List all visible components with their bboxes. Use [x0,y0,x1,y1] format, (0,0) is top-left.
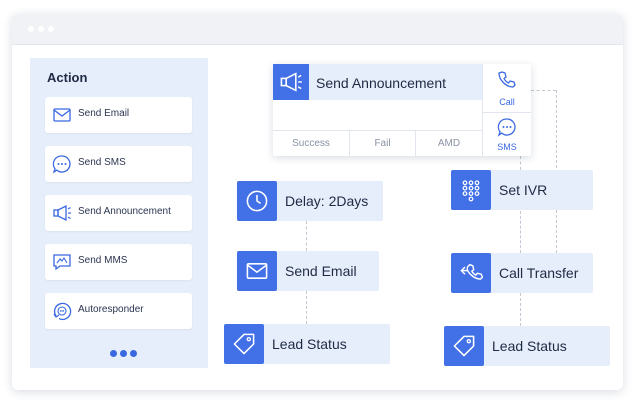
delay-label: Delay: 2Days [285,193,369,209]
send-email-label: Send Email [285,263,357,279]
window-titlebar [12,14,623,45]
set-ivr-label: Set IVR [499,182,548,198]
connector-delay-email [306,221,307,251]
tag-icon [453,335,475,357]
lead-status-node-right[interactable]: Lead Status [444,326,610,366]
connector-email-lead [306,291,307,324]
sms-label: SMS [497,142,517,152]
keypad-icon [462,180,480,202]
clock-icon-box [237,181,277,221]
megaphone-icon [53,204,71,222]
sms-chat-icon [497,118,516,137]
sms-chat-icon [52,155,71,174]
autoresponder-icon [53,302,72,321]
action-label: Send MMS [78,255,128,266]
set-ivr-node[interactable]: Set IVR [451,170,593,210]
action-label: Autoresponder [78,304,144,315]
mms-image-icon [53,254,71,271]
sidebar-title: Action [47,70,88,85]
action-send-email[interactable]: Send Email [45,97,192,133]
window-dot-3[interactable] [48,26,54,32]
tag-icon-box [444,326,484,366]
action-label: Send SMS [78,157,126,168]
clock-icon [246,190,268,212]
action-send-sms[interactable]: Send SMS [45,146,192,182]
announcement-header: Send Announcement [273,64,482,100]
announcement-icon-box [273,64,309,100]
call-transfer-node[interactable]: Call Transfer [451,253,593,293]
window-dot-2[interactable] [38,26,44,32]
action-sidebar: Action Send Email Send SMS Send Announce… [30,58,208,368]
call-option[interactable]: Call [483,70,531,107]
send-email-node[interactable]: Send Email [237,251,379,291]
connector-call-h [531,90,556,91]
tag-icon [233,333,255,355]
email-icon-box [237,251,277,291]
keypad-icon-box [451,170,491,210]
connector-sms-ivr [520,156,521,170]
delay-node[interactable]: Delay: 2Days [237,181,383,221]
lead-status-node-left[interactable]: Lead Status [224,324,390,364]
call-transfer-icon-box [451,253,491,293]
announcement-title: Send Announcement [316,75,446,91]
connector-ivr-transfer [520,211,521,253]
action-send-announcement[interactable]: Send Announcement [45,195,192,231]
connector-transfer-lead [520,293,521,326]
lead-status-label: Lead Status [492,338,567,354]
window-dot-1[interactable] [28,26,34,32]
more-dots-icon[interactable] [110,344,140,362]
action-autoresponder[interactable]: Autoresponder [45,293,192,329]
call-transfer-icon [460,263,483,280]
sms-option[interactable]: SMS [483,117,531,152]
phone-icon [498,71,516,88]
tag-icon-box [224,324,264,364]
outcome-fail[interactable]: Fail [350,131,415,156]
outcome-success[interactable]: Success [273,131,349,156]
announcement-card[interactable]: Send Announcement Success Fail AMD Call … [273,64,531,156]
email-icon [246,263,268,279]
divider [483,112,531,113]
action-label: Send Email [78,108,130,119]
call-label: Call [499,97,515,107]
lead-status-label: Lead Status [272,336,347,352]
action-label: Send Announcement [78,206,171,217]
call-transfer-label: Call Transfer [499,265,579,281]
action-send-mms[interactable]: Send MMS [45,244,192,280]
email-icon [53,108,71,122]
megaphone-icon [280,72,302,92]
outcome-amd[interactable]: AMD [416,131,482,156]
